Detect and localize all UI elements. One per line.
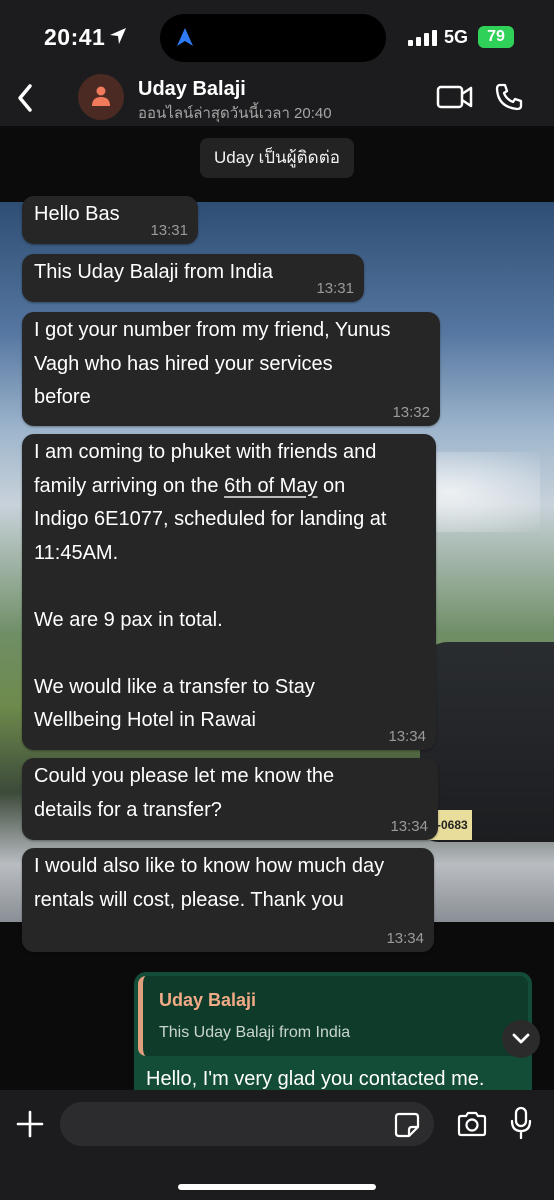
chevron-down-icon xyxy=(512,1033,530,1044)
dynamic-island xyxy=(160,14,386,62)
message-text: This Uday Balaji from India xyxy=(34,261,273,283)
signal-icon xyxy=(408,30,437,46)
message-text: I am coming to phuket with friends and f… xyxy=(34,436,424,738)
message-input[interactable] xyxy=(60,1102,434,1146)
home-indicator[interactable] xyxy=(178,1184,376,1190)
person-icon xyxy=(92,86,110,106)
phone-icon[interactable] xyxy=(494,82,524,112)
location-arrow-icon xyxy=(110,28,126,44)
system-note: Uday เป็นผู้ติดต่อ xyxy=(200,138,354,178)
chat-area[interactable]: 0-0683 Uday เป็นผู้ติดต่อ Hello Bas 13:3… xyxy=(0,126,554,1090)
last-seen-status: ออนไลน์ล่าสุดวันนี้เวลา 20:40 xyxy=(138,105,332,122)
message-bubble[interactable]: I am coming to phuket with friends and f… xyxy=(22,434,436,750)
message-bubble[interactable]: This Uday Balaji from India 13:31 xyxy=(22,254,364,302)
battery-level: 79 xyxy=(487,28,505,45)
date-link[interactable]: 6th of May xyxy=(224,475,317,497)
quoted-reply[interactable]: Uday Balaji This Uday Balaji from India xyxy=(138,976,528,1056)
back-icon[interactable] xyxy=(12,80,40,116)
message-time: 13:34 xyxy=(386,930,424,947)
message-time: 13:31 xyxy=(316,280,354,297)
message-composer xyxy=(0,1090,554,1200)
chat-header: Uday Balaji ออนไลน์ล่าสุดวันนี้เวลา 20:4… xyxy=(0,72,554,126)
message-time: 13:31 xyxy=(150,222,188,239)
status-bar: 20:41 5G 79 xyxy=(0,0,554,72)
battery-indicator: 79 xyxy=(478,26,514,48)
sticker-icon[interactable] xyxy=(394,1112,420,1138)
message-time: 13:34 xyxy=(390,818,428,835)
network-type: 5G xyxy=(444,27,469,47)
status-time: 20:41 xyxy=(44,24,106,50)
outgoing-message-text: Hello, I'm very glad you contacted me. xyxy=(146,1068,485,1090)
message-text: I got your number from my friend, Yunus … xyxy=(34,319,391,408)
navigation-icon xyxy=(177,28,193,46)
avatar[interactable] xyxy=(78,74,124,120)
message-text: I would also like to know how much day r… xyxy=(34,855,385,911)
camera-icon[interactable] xyxy=(456,1110,488,1138)
message-bubble[interactable]: I would also like to know how much day r… xyxy=(22,848,434,952)
scroll-to-bottom-button[interactable] xyxy=(502,1020,540,1058)
outgoing-message-bubble[interactable]: Uday Balaji This Uday Balaji from India … xyxy=(134,972,532,1090)
message-bubble[interactable]: Hello Bas 13:31 xyxy=(22,196,198,244)
message-text-part: on Indigo 6E1077, scheduled for landing … xyxy=(34,474,387,732)
message-time: 13:32 xyxy=(392,404,430,421)
mic-icon[interactable] xyxy=(510,1106,532,1140)
plus-icon[interactable] xyxy=(16,1110,44,1138)
message-bubble[interactable]: I got your number from my friend, Yunus … xyxy=(22,312,440,426)
message-text: Could you please let me know the details… xyxy=(34,765,335,821)
video-call-icon[interactable] xyxy=(436,84,474,110)
message-bubble[interactable]: Could you please let me know the details… xyxy=(22,758,438,840)
quoted-text: This Uday Balaji from India xyxy=(159,1024,351,1041)
message-time: 13:34 xyxy=(388,728,426,745)
quoted-name: Uday Balaji xyxy=(159,990,257,1010)
contact-name[interactable]: Uday Balaji xyxy=(138,78,246,101)
